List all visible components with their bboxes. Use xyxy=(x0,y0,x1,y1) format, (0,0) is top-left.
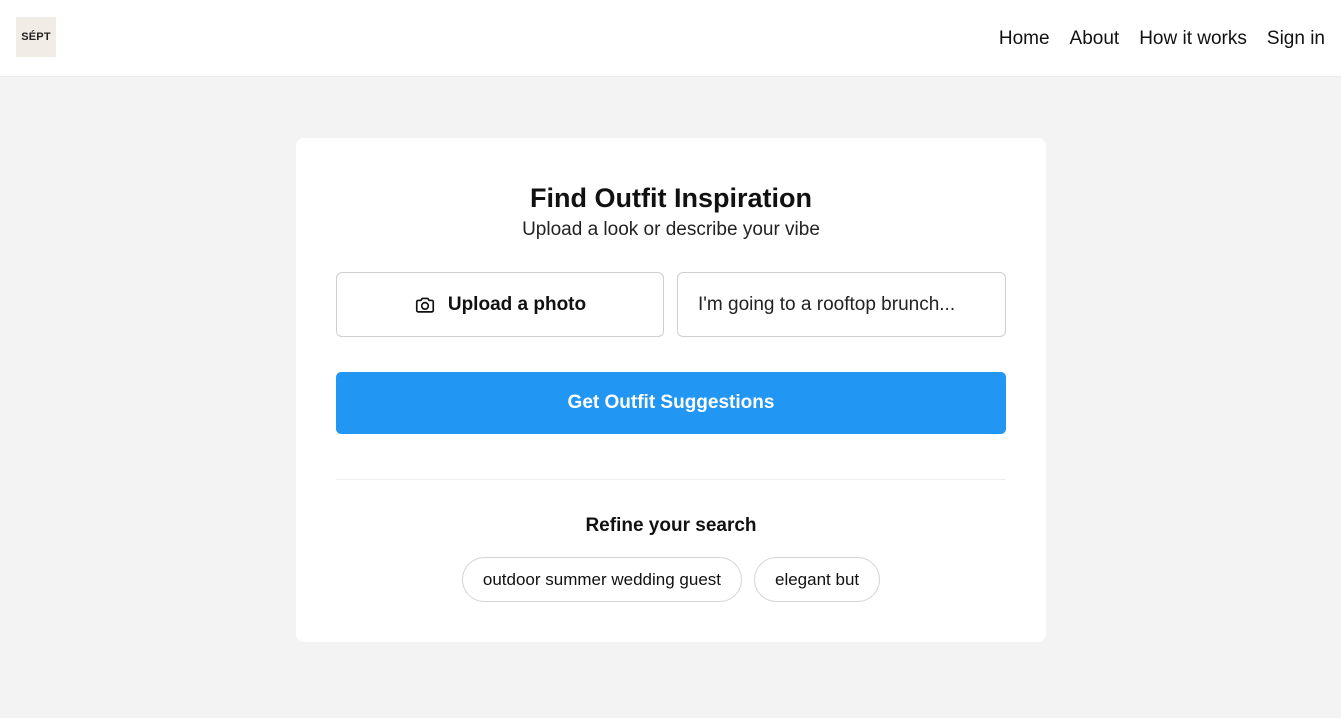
main-nav: Home About How it works Sign in xyxy=(999,26,1325,52)
section-divider xyxy=(336,479,1006,480)
top-navigation-bar: SÉPT Home About How it works Sign in xyxy=(0,0,1341,77)
page-subtitle: Upload a look or describe your vibe xyxy=(522,219,820,240)
brand-logo[interactable]: SÉPT xyxy=(16,17,56,57)
camera-icon xyxy=(414,294,436,316)
upload-photo-button[interactable]: Upload a photo xyxy=(336,272,664,337)
nav-link-sign-in[interactable]: Sign in xyxy=(1267,26,1325,52)
refine-chip[interactable]: outdoor summer wedding guest xyxy=(461,557,742,602)
nav-link-how-it-works[interactable]: How it works xyxy=(1139,26,1247,52)
outfit-search-card: Find Outfit Inspiration Upload a look or… xyxy=(296,138,1046,642)
refine-chip[interactable]: elegant but xyxy=(754,557,881,602)
page-title: Find Outfit Inspiration xyxy=(530,183,812,213)
brand-logo-text: SÉPT xyxy=(21,31,51,43)
get-outfit-suggestions-button[interactable]: Get Outfit Suggestions xyxy=(336,372,1006,434)
refine-chip-list: outdoor summer wedding guest elegant but xyxy=(296,557,1046,602)
nav-link-about[interactable]: About xyxy=(1070,26,1120,52)
nav-link-home[interactable]: Home xyxy=(999,26,1050,52)
refine-search-heading: Refine your search xyxy=(585,515,757,536)
vibe-description-input[interactable] xyxy=(677,272,1006,337)
upload-photo-label: Upload a photo xyxy=(447,293,587,315)
